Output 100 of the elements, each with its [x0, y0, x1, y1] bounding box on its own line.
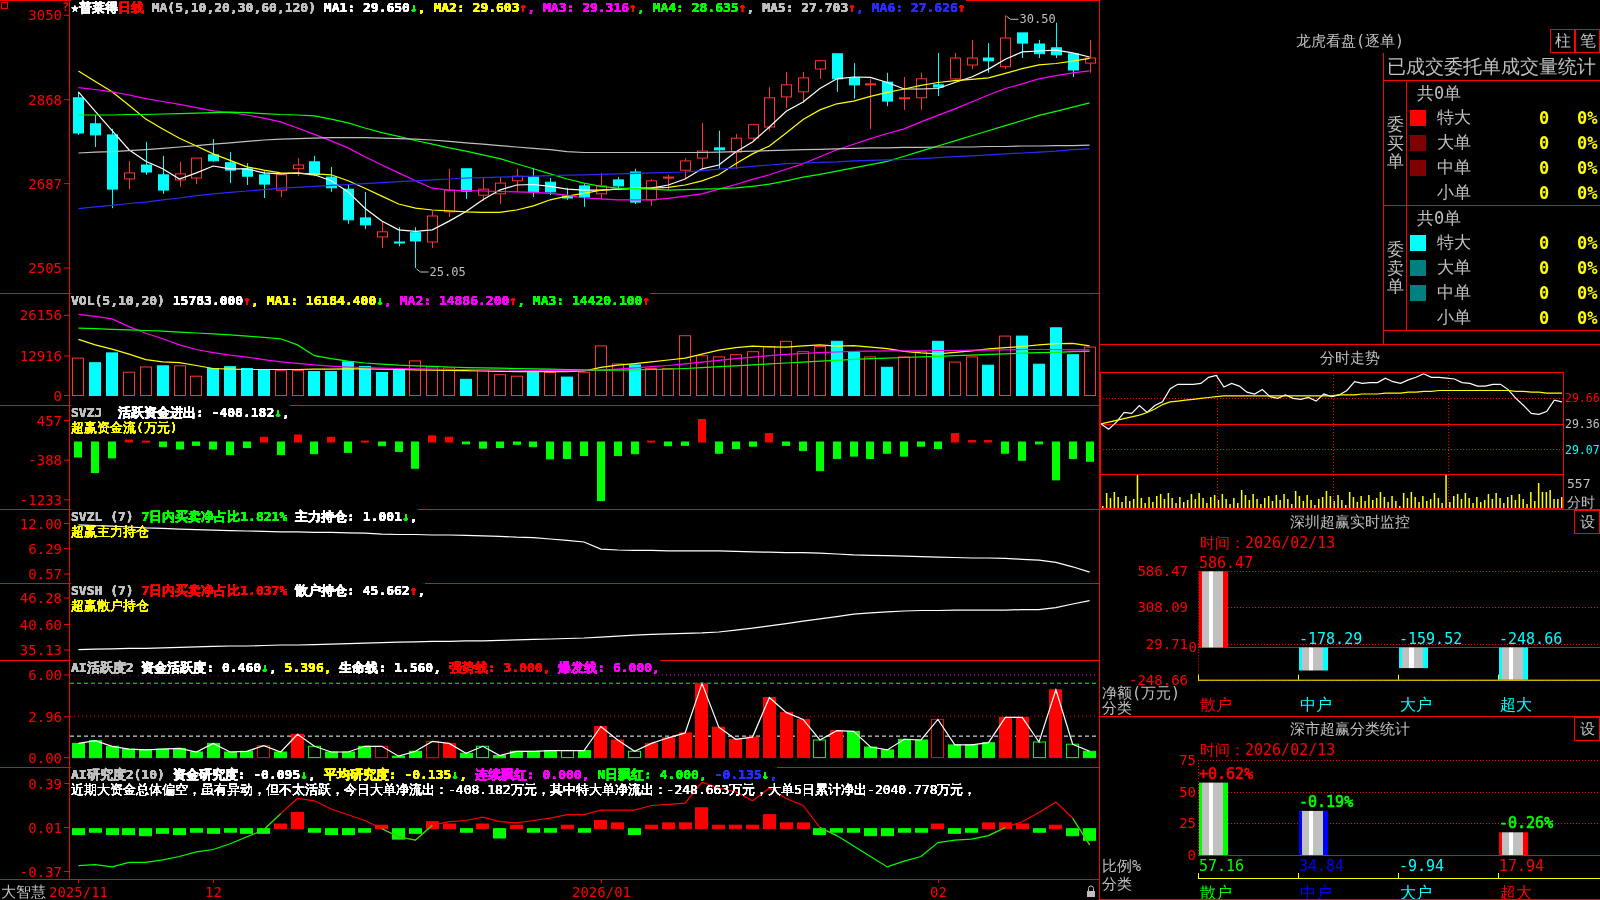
- axis-label: 0.39: [28, 775, 62, 792]
- fund-flow-bar: [1086, 441, 1094, 462]
- activity-bar: [628, 750, 641, 759]
- order-share: 0%: [1577, 107, 1598, 128]
- research-bar: [763, 814, 776, 830]
- activity-bar: [679, 732, 692, 759]
- order-type: 小单: [1437, 181, 1471, 204]
- activity-bar: [460, 752, 473, 759]
- candle: [259, 174, 270, 185]
- candle: [748, 124, 759, 139]
- value-label: 34.84: [1299, 857, 1345, 875]
- candle: [377, 231, 388, 238]
- volume-bar: [612, 363, 624, 396]
- candle: [1017, 32, 1028, 44]
- candle-wick: [449, 168, 450, 218]
- view-button[interactable]: 柱: [1550, 29, 1575, 53]
- volume-bar: [426, 366, 438, 396]
- fund-flow-bar: [1069, 441, 1077, 459]
- chart-legend: VOL(5,10,20) 15783.000↑, MA1: 16184.400↓, MA2: 14886.200↑, MA3: 14420.100↑: [71, 294, 651, 308]
- value-label: -178.29: [1299, 630, 1363, 649]
- activity-bar: [106, 745, 119, 759]
- research-bar: [139, 828, 152, 837]
- candle: [983, 57, 994, 62]
- axis-label: 2687: [28, 175, 62, 192]
- order-type: 大单: [1437, 131, 1471, 154]
- candle-wick: [95, 114, 96, 148]
- research-bar: [240, 828, 253, 834]
- candle: [950, 57, 961, 80]
- volume-bar: [814, 346, 826, 396]
- candle: [124, 172, 135, 180]
- candle: [175, 173, 186, 181]
- research-bar: [982, 822, 995, 830]
- candle-wick: [129, 160, 130, 190]
- candle: [849, 77, 860, 86]
- help-mark[interactable]: ?: [62, 1, 70, 14]
- fund-flow-bar: [597, 441, 605, 502]
- axis-label: 6.29: [28, 540, 62, 557]
- settings-button[interactable]: 设: [1574, 717, 1600, 741]
- volume-bar: [915, 351, 927, 396]
- volume-bar: [561, 376, 573, 396]
- axis-title: 分时: [1567, 494, 1595, 509]
- order-type: 中单: [1437, 156, 1471, 179]
- axis-label: 0.00: [28, 749, 62, 766]
- research-bar: [527, 828, 540, 833]
- chart-caption: 超赢散户持仓: [71, 599, 149, 613]
- research-bar: [898, 828, 911, 833]
- volume-bar: [511, 375, 523, 396]
- volume-bar: [89, 362, 101, 396]
- fund-flow-bar: [934, 441, 942, 450]
- axis-label: 0.01: [28, 819, 62, 836]
- order-share: 0%: [1577, 257, 1598, 278]
- fund-flow-bar: [631, 441, 639, 455]
- research-bar: [1016, 823, 1029, 830]
- volume-bar: [864, 356, 876, 396]
- candle: [309, 161, 320, 176]
- candle-wick: [685, 157, 686, 180]
- volume-bar: [342, 361, 354, 396]
- category-label: 超大: [1500, 695, 1532, 714]
- value-label: 586.47: [1199, 554, 1254, 573]
- chart-legend: AI活跃度2 资金活跃度: 0.460↓, 5.396, 生命线: 1.560, 强势线: 3.000, 爆发线: 6.000,: [71, 661, 660, 675]
- research-bar: [712, 824, 725, 830]
- order-type: 特大: [1437, 231, 1471, 254]
- chart-caption: 超赢资金流(万元): [71, 421, 178, 435]
- research-bar: [190, 828, 203, 833]
- view-button[interactable]: 笔: [1575, 29, 1600, 53]
- candle-wick: [651, 178, 652, 207]
- fund-flow-bar: [1018, 441, 1026, 461]
- volume-bar: [645, 368, 657, 396]
- fund-flow-bar: [951, 433, 959, 443]
- candle: [360, 217, 371, 226]
- panel-title: 龙虎看盘(逐单): [1295, 31, 1405, 51]
- research-bar: [493, 828, 506, 839]
- chart-legend: SVZL (7) 7日内买卖净占比1.821% 主力持仓: 1.001↓,: [71, 510, 418, 524]
- candle: [410, 232, 421, 242]
- volume-bar: [999, 335, 1011, 396]
- volume-bar: [409, 360, 421, 396]
- axis-title: 分类: [1102, 699, 1132, 716]
- volume-bar: [241, 368, 253, 396]
- candle: [90, 123, 101, 136]
- settings-button[interactable]: 设: [1574, 510, 1600, 534]
- research-bar: [122, 828, 135, 835]
- axis-label: 457: [36, 412, 62, 429]
- volume-bar: [207, 368, 219, 396]
- candle: [967, 57, 978, 66]
- order-type: 中单: [1437, 281, 1471, 304]
- activity-bar: [1033, 741, 1046, 759]
- research-bar: [645, 824, 658, 830]
- activity-bar: [712, 726, 725, 759]
- candle: [225, 162, 236, 171]
- research-bar: [375, 824, 388, 830]
- fund-flow-bar: [1001, 441, 1009, 454]
- volume-bar: [797, 351, 809, 396]
- change-label: -0.19%: [1299, 792, 1354, 811]
- fund-flow-bar: [445, 436, 453, 443]
- axis-label: 0.57: [28, 566, 62, 582]
- volume-bar: [157, 365, 169, 396]
- volume-bar: [780, 340, 792, 396]
- candle: [293, 164, 304, 170]
- candle-wick: [500, 176, 501, 205]
- candle: [646, 180, 657, 201]
